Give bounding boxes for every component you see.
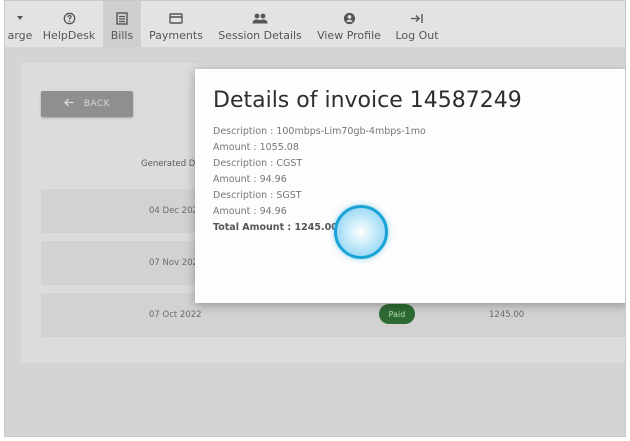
invoice-line: Description : CGST (213, 158, 303, 169)
nav-item-label: Payments (149, 29, 203, 42)
nav-item-label: arge (7, 29, 33, 42)
nav-item-label: Log Out (395, 29, 439, 42)
credit-card-icon (169, 10, 183, 26)
click-indicator (334, 205, 388, 259)
back-button-label: BACK (83, 99, 111, 109)
nav-item-session-details[interactable]: Session Details (211, 1, 309, 47)
invoice-line: Description : SGST (213, 190, 302, 201)
nav-item-label: Bills (110, 29, 134, 42)
logout-icon (410, 10, 424, 26)
help-circle-icon (63, 10, 76, 26)
nav-item-helpdesk[interactable]: HelpDesk (35, 1, 103, 47)
row-date: 07 Oct 2022 (149, 310, 202, 320)
back-button[interactable]: BACK (41, 91, 133, 117)
nav-item-label: Session Details (218, 29, 302, 42)
nav-item-label: HelpDesk (42, 29, 96, 42)
nav-item-view-profile[interactable]: View Profile (309, 1, 389, 47)
receipt-icon (116, 10, 128, 26)
invoice-line: Description : 100mbps-Lim70gb-4mbps-1mo (213, 126, 426, 137)
nav-item-bills[interactable]: Bills (103, 1, 141, 47)
row-amount: 1245.00 (489, 310, 525, 320)
invoice-details-dialog: Details of invoice 14587249 Description … (195, 69, 625, 303)
nav-item-recharge[interactable]: arge (5, 1, 35, 47)
nav-item-log-out[interactable]: Log Out (389, 1, 445, 47)
invoice-line-list: Description : 100mbps-Lim70gb-4mbps-1mo … (213, 124, 426, 236)
top-navigation: arge HelpDesk Bills Payments Session Det… (5, 1, 625, 47)
app-frame: arge HelpDesk Bills Payments Session Det… (4, 0, 626, 437)
nav-item-payments[interactable]: Payments (141, 1, 211, 47)
account-circle-icon (343, 10, 356, 26)
chevron-down-icon (16, 10, 24, 26)
invoice-line: Amount : 94.96 (213, 174, 287, 185)
invoice-line: Amount : 94.96 (213, 206, 287, 217)
invoice-total: Total Amount : 1245.00 (213, 222, 338, 233)
people-icon (252, 10, 268, 26)
invoice-line: Amount : 1055.08 (213, 142, 299, 153)
nav-item-label: View Profile (317, 29, 381, 42)
arrow-left-icon (63, 98, 74, 110)
dialog-title: Details of invoice 14587249 (213, 88, 522, 113)
status-badge: Paid (379, 304, 415, 324)
column-header-generated-date: Generated Da (141, 159, 201, 169)
